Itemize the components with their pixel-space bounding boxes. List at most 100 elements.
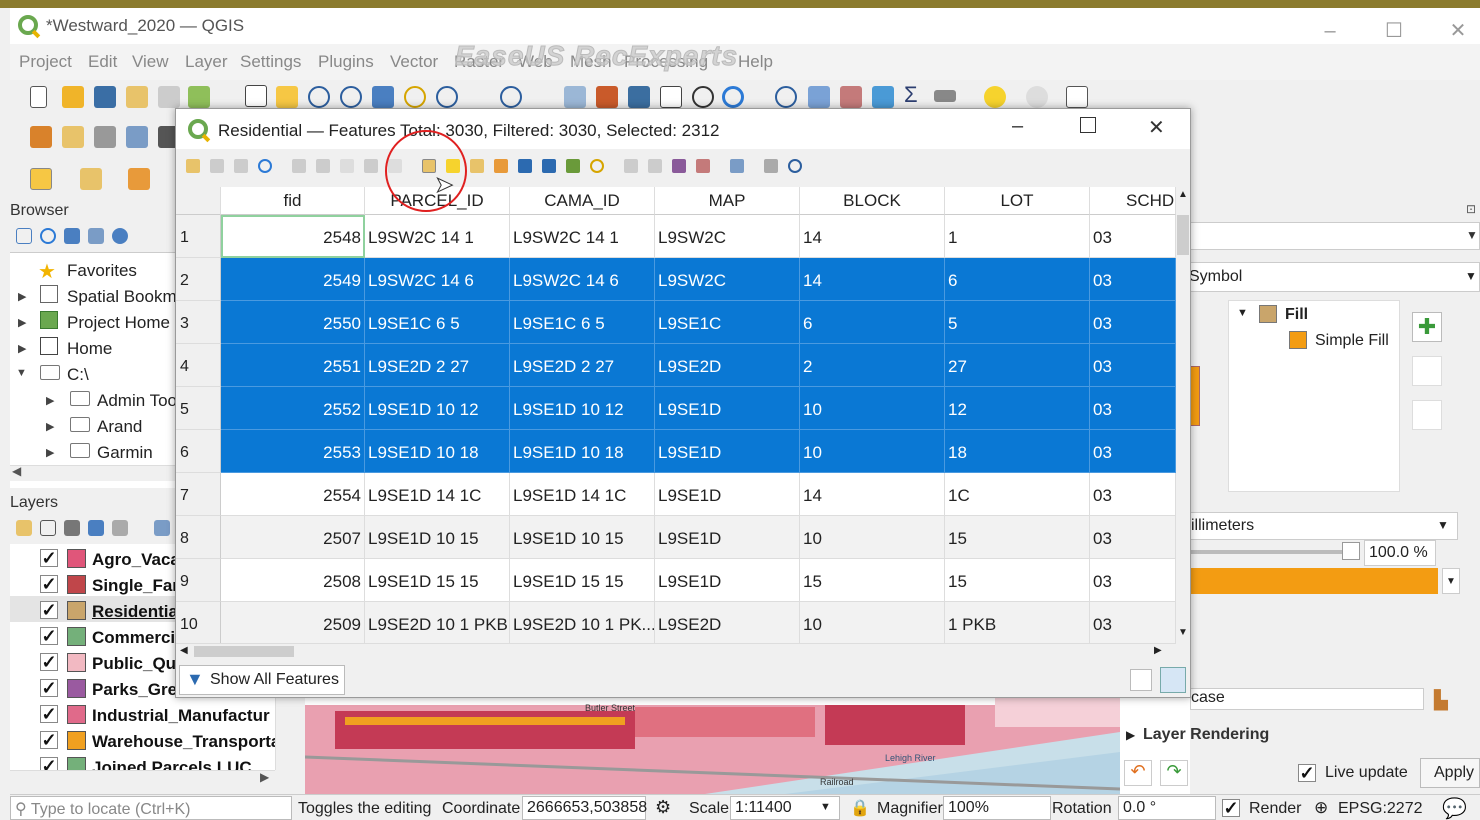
filter-browser-icon[interactable]	[64, 228, 80, 244]
table-vscrollbar[interactable]: ▲ ▼	[1176, 187, 1190, 643]
scroll-left-icon[interactable]: ◀	[12, 464, 21, 478]
table-cell-block[interactable]: 14	[800, 473, 945, 516]
open-attribute-table-icon[interactable]	[808, 86, 830, 108]
table-cell-map[interactable]: L9SE1D	[655, 559, 800, 602]
table-cell-fid[interactable]: 2553	[221, 430, 365, 473]
table-cell-lot[interactable]: 1C	[945, 473, 1090, 516]
delete-feature-icon[interactable]	[316, 159, 330, 173]
zoom-to-layer-icon[interactable]	[436, 86, 458, 108]
table-cell-fid[interactable]: 2507	[221, 516, 365, 559]
row-number[interactable]: 6	[176, 430, 221, 473]
table-cell-map[interactable]: L9SW2C	[655, 258, 800, 301]
table-cell-cama[interactable]: L9SE1C 6 5	[510, 301, 655, 344]
maximize-button[interactable]: ☐	[1374, 16, 1414, 46]
move-selection-top-icon[interactable]	[542, 159, 556, 173]
visibility-icon[interactable]	[64, 520, 80, 536]
show-all-features-button[interactable]: ▼ Show All Features	[179, 665, 345, 695]
expand-arrow-icon[interactable]: ▶	[18, 290, 26, 303]
globe-icon[interactable]: ⊕	[1314, 798, 1328, 818]
table-cell-block[interactable]: 10	[800, 516, 945, 559]
layer-name[interactable]: Commerci	[92, 628, 175, 648]
refresh-browser-icon[interactable]	[40, 228, 56, 244]
zoom-last-icon[interactable]	[500, 86, 522, 108]
menu-vector[interactable]: Vector	[390, 52, 438, 72]
collapse-all-icon[interactable]	[88, 228, 104, 244]
table-cell-schd[interactable]: 03	[1090, 344, 1176, 387]
browser-item-garmin[interactable]: Garmin	[97, 443, 153, 463]
expand-arrow-icon[interactable]: ▶	[46, 446, 54, 459]
chevron-down-icon[interactable]: ▼	[1466, 228, 1478, 242]
table-cell-schd[interactable]: 03	[1090, 258, 1176, 301]
layer-selector-dropdown[interactable]	[1190, 222, 1480, 250]
temporal-icon[interactable]	[660, 86, 682, 108]
field-calculator-icon[interactable]	[696, 159, 710, 173]
table-hscrollbar[interactable]: ◀ ▶	[176, 643, 1176, 659]
layer-name[interactable]: Single_Far	[92, 576, 179, 596]
add-feature-icon[interactable]	[292, 159, 306, 173]
refresh-icon[interactable]	[722, 86, 744, 108]
table-cell-block[interactable]: 14	[800, 258, 945, 301]
renderer-dropdown[interactable]: Symbol ▼	[1189, 262, 1480, 292]
table-cell-map[interactable]: L9SE2D	[655, 344, 800, 387]
statistics-icon[interactable]: Σ	[904, 82, 918, 108]
column-header[interactable]: BLOCK	[800, 187, 945, 215]
show-bookmarks-icon[interactable]	[628, 86, 650, 108]
table-cell-map[interactable]: L9SE1C	[655, 301, 800, 344]
toggle-editing-icon[interactable]	[186, 159, 200, 173]
deselect-icon[interactable]	[128, 168, 150, 190]
simple-fill-label[interactable]: Simple Fill	[1315, 332, 1389, 350]
pan-icon[interactable]	[245, 85, 267, 107]
table-cell-schd[interactable]: 03	[1090, 301, 1176, 344]
table-cell-lot[interactable]: 15	[945, 559, 1090, 602]
layer-name[interactable]: Residentia	[92, 602, 178, 622]
row-number[interactable]: 10	[176, 602, 221, 643]
table-cell-cama[interactable]: L9SW2C 14 6	[510, 258, 655, 301]
layer-visibility-checkbox[interactable]: ✓	[40, 601, 58, 619]
unit-dropdown[interactable]: illimeters ▼	[1190, 512, 1458, 540]
corner-header[interactable]	[176, 187, 221, 215]
field-calculator-icon[interactable]	[840, 86, 862, 108]
layer-name[interactable]: Public_Qu	[92, 654, 176, 674]
browser-item-project-home[interactable]: Project Home	[67, 313, 170, 333]
table-cell-schd[interactable]: 03	[1090, 516, 1176, 559]
browser-item-home[interactable]: Home	[67, 339, 112, 359]
zoom-full-icon[interactable]	[372, 86, 394, 108]
table-cell-cama[interactable]: L9SE1D 15 15	[510, 559, 655, 602]
layer-name[interactable]: Warehouse_Transporta	[92, 732, 280, 752]
style-preset-dropdown[interactable]: Showcase	[1151, 688, 1424, 710]
layer-visibility-checkbox[interactable]: ✓	[40, 653, 58, 671]
table-cell-map[interactable]: L9SE1D	[655, 387, 800, 430]
table-cell-fid[interactable]: 2549	[221, 258, 365, 301]
layer-row[interactable]: ✓ Warehouse_Transporta	[10, 726, 280, 752]
column-header[interactable]: SCHD	[1090, 187, 1176, 215]
digitize-icon[interactable]	[94, 126, 116, 148]
lock-icon[interactable]: 🔒	[850, 798, 870, 818]
vscroll-thumb[interactable]	[1177, 215, 1189, 255]
panel-float-icon[interactable]: ⊡	[1466, 202, 1476, 216]
expression-filter-icon[interactable]	[112, 520, 128, 536]
layer-rendering-label[interactable]: Layer Rendering	[1143, 726, 1269, 744]
table-cell-block[interactable]: 10	[800, 602, 945, 643]
layer-visibility-checkbox[interactable]: ✓	[40, 575, 58, 593]
actions-icon[interactable]	[788, 159, 802, 173]
column-header[interactable]: MAP	[655, 187, 800, 215]
table-cell-parcel[interactable]: L9SE1D 10 15	[365, 516, 510, 559]
scroll-up-icon[interactable]: ▲	[1178, 189, 1188, 200]
filter-legend-icon[interactable]	[88, 520, 104, 536]
menu-view[interactable]: View	[132, 52, 169, 72]
expand-arrow-icon[interactable]: ▶	[18, 316, 26, 329]
menu-plugins[interactable]: Plugins	[318, 52, 374, 72]
row-number[interactable]: 9	[176, 559, 221, 602]
menu-edit[interactable]: Edit	[88, 52, 117, 72]
undo-icon[interactable]: ↶	[1124, 760, 1152, 786]
redo-icon[interactable]: ↷	[1160, 760, 1188, 786]
menu-settings[interactable]: Settings	[240, 52, 301, 72]
opacity-slider-handle[interactable]	[1342, 542, 1360, 560]
table-cell-schd[interactable]: 03	[1090, 473, 1176, 516]
invert-selection-icon[interactable]	[470, 159, 484, 173]
table-cell-cama[interactable]: L9SW2C 14 1	[510, 215, 655, 258]
layers-hscrollbar[interactable]	[10, 770, 275, 790]
opacity-slider[interactable]	[1190, 550, 1360, 554]
minimize-button[interactable]: –	[1310, 16, 1350, 46]
vertex-tool-icon[interactable]	[126, 126, 148, 148]
